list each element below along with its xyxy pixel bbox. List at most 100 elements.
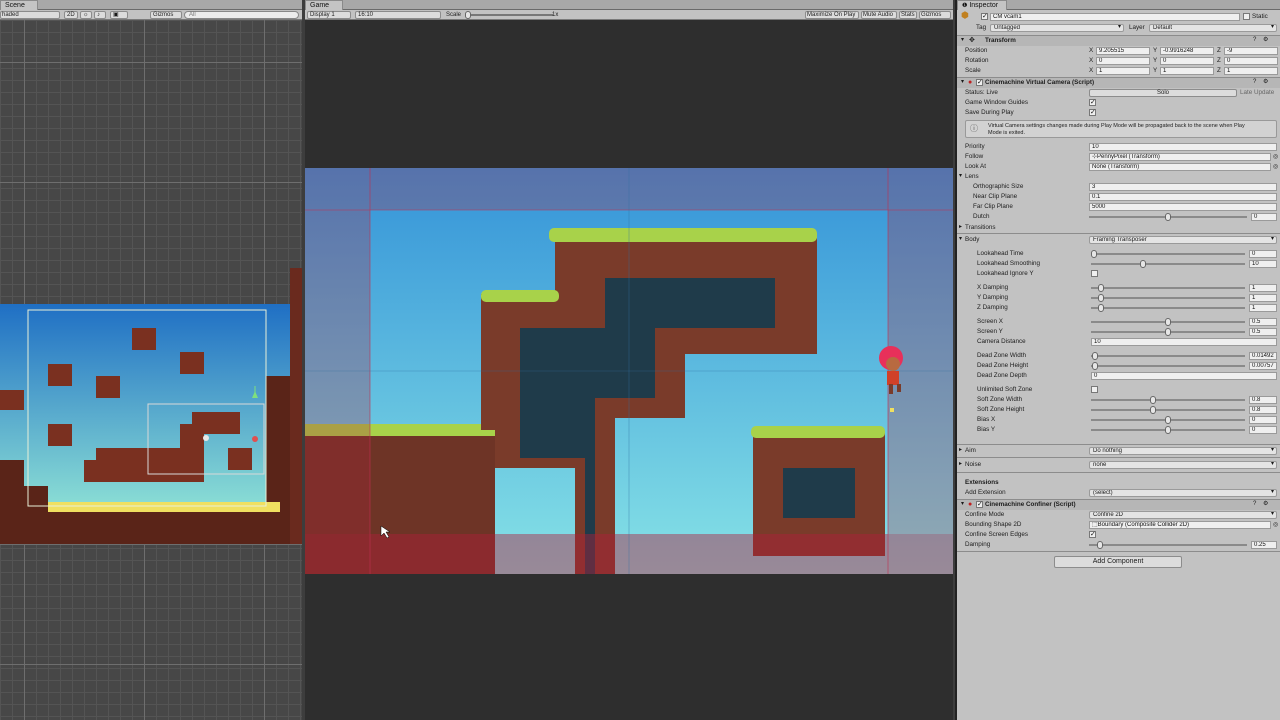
body-prop-slider[interactable] — [1091, 426, 1245, 434]
body-prop-field[interactable]: 10 — [1091, 338, 1277, 346]
dutch-slider[interactable] — [1089, 213, 1247, 221]
damping-field[interactable]: 0.25 — [1251, 541, 1277, 549]
body-prop-slider-knob[interactable] — [1091, 250, 1097, 258]
object-picker-icon[interactable]: ◎ — [1273, 164, 1278, 171]
game-window-guides-checkbox[interactable]: ✓ — [1089, 99, 1096, 106]
confine-edges-checkbox[interactable]: ✓ — [1089, 531, 1096, 538]
body-prop-field[interactable]: 1 — [1249, 284, 1277, 292]
body-prop-slider[interactable] — [1091, 284, 1245, 292]
body-prop-slider-knob[interactable] — [1098, 304, 1104, 312]
scene-gizmos-dropdown[interactable]: Gizmos — [150, 11, 182, 19]
body-prop-slider-knob[interactable] — [1098, 284, 1104, 292]
body-prop-slider[interactable] — [1091, 260, 1245, 268]
rotation-x-field[interactable]: 0 — [1096, 57, 1150, 65]
confiner-component-header[interactable]: ▾ ● ✓ Cinemachine Confiner (Script) ? ⚙ — [957, 499, 1280, 510]
help-icon[interactable]: ? — [1253, 79, 1256, 86]
body-prop-slider-knob[interactable] — [1150, 406, 1156, 414]
position-y-field[interactable]: -0.9916248 — [1160, 47, 1214, 55]
position-x-field[interactable]: 9.205515 — [1096, 47, 1150, 55]
audio-toggle-button[interactable]: ♪ — [94, 11, 106, 19]
body-prop-slider-knob[interactable] — [1165, 416, 1171, 424]
ortho-size-field[interactable]: 3 — [1089, 183, 1277, 191]
object-active-checkbox[interactable]: ✓ — [981, 13, 988, 20]
body-prop-field[interactable]: 0.00757 — [1249, 362, 1277, 370]
object-picker-icon[interactable]: ◎ — [1273, 154, 1278, 161]
shading-mode-dropdown[interactable]: haded — [0, 11, 60, 19]
body-prop-slider-knob[interactable] — [1092, 352, 1098, 360]
body-prop-slider-knob[interactable] — [1098, 294, 1104, 302]
add-component-button[interactable]: Add Component — [1054, 556, 1182, 568]
body-prop-field[interactable]: 1 — [1249, 304, 1277, 312]
noise-dropdown[interactable]: none — [1089, 461, 1277, 469]
scene-viewport[interactable] — [0, 20, 302, 720]
bounding-shape-field[interactable]: ⬚Boundary (Composite Collider 2D) — [1089, 521, 1271, 529]
scale-z-field[interactable]: 1 — [1224, 67, 1278, 75]
help-icon[interactable]: ? — [1253, 37, 1256, 44]
body-dropdown[interactable]: Framing Transposer — [1089, 236, 1277, 244]
game-gizmos-dropdown[interactable]: Gizmos — [919, 11, 951, 19]
foldout-arrow-icon[interactable]: ▾ — [959, 236, 962, 243]
confiner-enabled-checkbox[interactable]: ✓ — [976, 501, 983, 508]
body-prop-slider-knob[interactable] — [1150, 396, 1156, 404]
body-prop-slider[interactable] — [1091, 294, 1245, 302]
add-extension-dropdown[interactable]: (select) — [1089, 489, 1277, 497]
vcam-component-header[interactable]: ▾ ● ✓ Cinemachine Virtual Camera (Script… — [957, 77, 1280, 88]
follow-field[interactable]: ⊹PennyPixel (Transform) — [1089, 153, 1271, 161]
lens-foldout[interactable]: ▾ Lens — [957, 172, 1280, 182]
body-prop-field[interactable]: 0.5 — [1249, 328, 1277, 336]
layer-dropdown[interactable]: Default — [1149, 24, 1277, 32]
object-name-field[interactable]: CM vcam1 — [990, 13, 1240, 21]
damping-slider-knob[interactable] — [1097, 541, 1103, 549]
dutch-slider-knob[interactable] — [1165, 213, 1171, 221]
body-prop-slider[interactable] — [1091, 362, 1245, 370]
damping-slider[interactable] — [1089, 541, 1247, 549]
game-viewport[interactable] — [305, 20, 953, 720]
scale-x-field[interactable]: 1 — [1096, 67, 1150, 75]
body-prop-field[interactable]: 0 — [1249, 426, 1277, 434]
lighting-toggle-button[interactable]: ☼ — [80, 11, 92, 19]
scale-slider[interactable] — [465, 11, 553, 19]
body-prop-field[interactable]: 10 — [1249, 260, 1277, 268]
near-clip-field[interactable]: 0.1 — [1089, 193, 1277, 201]
priority-field[interactable]: 10 — [1089, 143, 1277, 151]
settings-gear-icon[interactable]: ⚙ — [1263, 37, 1268, 44]
body-prop-slider[interactable] — [1091, 318, 1245, 326]
body-prop-slider[interactable] — [1091, 352, 1245, 360]
display-dropdown[interactable]: Display 1 — [307, 11, 351, 19]
body-prop-slider[interactable] — [1091, 328, 1245, 336]
scale-slider-knob[interactable] — [465, 11, 471, 19]
body-prop-field[interactable]: 0 — [1249, 416, 1277, 424]
mute-audio-button[interactable]: Mute Audio — [861, 11, 897, 19]
body-prop-checkbox[interactable] — [1091, 386, 1098, 393]
dutch-field[interactable]: 0 — [1251, 213, 1277, 221]
mode-2d-button[interactable]: 2D — [64, 11, 78, 19]
tag-dropdown[interactable]: Untagged — [990, 24, 1124, 32]
body-prop-field[interactable]: 0.8 — [1249, 396, 1277, 404]
body-prop-field[interactable]: 0.5 — [1249, 318, 1277, 326]
body-prop-field[interactable]: 0 — [1091, 372, 1277, 380]
static-checkbox[interactable] — [1243, 13, 1250, 20]
body-prop-slider-knob[interactable] — [1140, 260, 1146, 268]
body-prop-slider[interactable] — [1091, 250, 1245, 258]
aim-dropdown[interactable]: Do nothing — [1089, 447, 1277, 455]
body-prop-slider[interactable] — [1091, 416, 1245, 424]
body-prop-slider-knob[interactable] — [1092, 362, 1098, 370]
position-z-field[interactable]: -9 — [1224, 47, 1278, 55]
object-picker-icon[interactable]: ◎ — [1273, 522, 1278, 529]
stats-button[interactable]: Stats — [899, 11, 917, 19]
aspect-dropdown[interactable]: 16:10 — [355, 11, 441, 19]
body-prop-slider-knob[interactable] — [1165, 426, 1171, 434]
save-during-play-checkbox[interactable]: ✓ — [1089, 109, 1096, 116]
body-prop-slider[interactable] — [1091, 304, 1245, 312]
body-prop-field[interactable]: 0 — [1249, 250, 1277, 258]
foldout-arrow-icon[interactable]: ▸ — [959, 461, 962, 468]
help-icon[interactable]: ? — [1253, 501, 1256, 508]
solo-button[interactable]: Solo — [1089, 89, 1237, 97]
tab-scene[interactable]: Scene — [0, 0, 38, 10]
body-prop-field[interactable]: 1 — [1249, 294, 1277, 302]
maximize-on-play-button[interactable]: Maximize On Play — [805, 11, 859, 19]
body-prop-field[interactable]: 0.8 — [1249, 406, 1277, 414]
settings-gear-icon[interactable]: ⚙ — [1263, 501, 1268, 508]
effects-dropdown[interactable]: ▣ — [110, 11, 128, 19]
tab-inspector[interactable]: ❶ Inspector — [957, 0, 1007, 10]
